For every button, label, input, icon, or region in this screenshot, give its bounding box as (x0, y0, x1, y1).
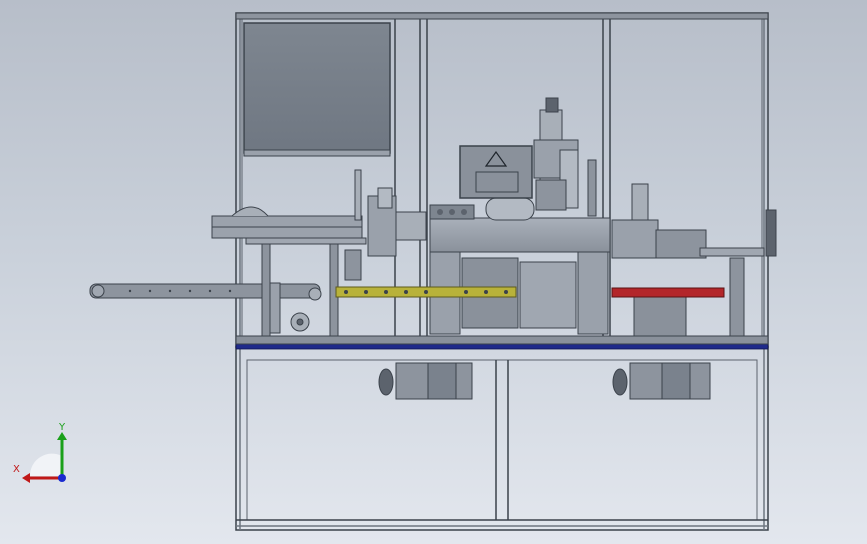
yellow-conveyor (335, 286, 517, 298)
infeed-conveyor (89, 282, 322, 334)
red-conveyor (611, 287, 725, 298)
y-axis-label: Y (58, 422, 66, 433)
base-plate (235, 335, 769, 345)
motor-left (378, 362, 473, 400)
cad-viewport[interactable] (0, 0, 867, 544)
control-box (459, 145, 533, 199)
central-station (429, 197, 611, 335)
outfeed-module (611, 183, 777, 337)
coordinate-triad: Y X (13, 422, 67, 483)
top-rail (235, 12, 769, 20)
base-rail (235, 343, 769, 350)
x-axis-label: X (13, 464, 20, 475)
upper-conveyor (211, 206, 367, 337)
z-axis-dot (58, 474, 66, 482)
cover-panel (243, 22, 391, 157)
motor-right (612, 362, 711, 400)
screw-tower (533, 97, 597, 217)
